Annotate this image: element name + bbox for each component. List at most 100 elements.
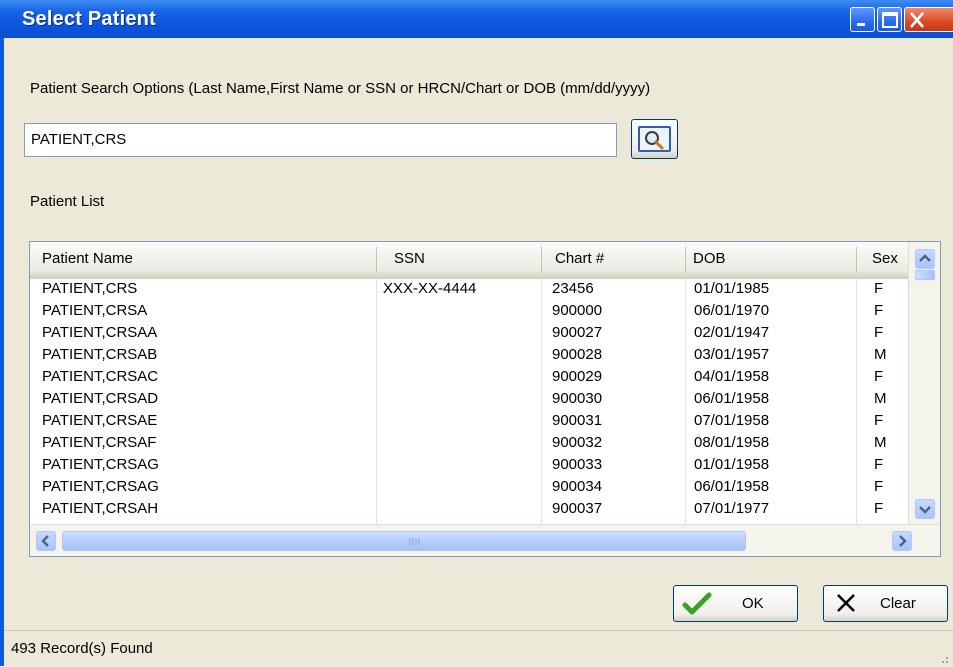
clear-button[interactable]: Clear [823,585,948,622]
scroll-left-button[interactable] [36,531,56,551]
cell-dob: 02/01/1947 [694,324,770,341]
table-row[interactable]: PATIENT,CRSAF 900032 08/01/1958 M [30,433,908,453]
record-count: 493 Record(s) Found [11,640,153,657]
cell-chart: 900034 [552,478,603,495]
select-patient-window: Select Patient Patient Search Options (L… [0,0,953,667]
scroll-up-button[interactable] [915,249,935,269]
cell-chart: 900030 [552,390,603,407]
cell-name: PATIENT,CRSAH [42,500,159,517]
resize-grip-icon[interactable] [937,652,949,664]
maximize-icon [882,12,898,28]
cell-sex: F [874,500,884,517]
cell-sex: M [874,434,887,451]
ok-button[interactable]: OK [673,585,798,622]
title-bar[interactable]: Select Patient [0,0,953,38]
cell-sex: F [874,324,884,341]
grip-icon [409,538,420,545]
cell-dob: 06/01/1970 [694,302,770,319]
table-row[interactable]: PATIENT,CRSAC 900029 04/01/1958 F [30,367,908,387]
cell-name: PATIENT,CRSAF [42,434,157,451]
cell-name: PATIENT,CRSAB [42,346,158,363]
cell-dob: 01/01/1985 [694,280,770,297]
scroll-right-button[interactable] [892,531,912,551]
list-header: Patient Name SSN Chart # DOB Sex [30,242,940,279]
vertical-scroll-thumb[interactable] [915,270,935,280]
checkmark-icon [682,592,712,615]
cell-dob: 08/01/1958 [694,434,770,451]
cell-name: PATIENT,CRS [42,280,138,297]
cell-name: PATIENT,CRSAD [42,390,159,407]
column-header-ssn[interactable]: SSN [394,250,425,267]
column-header-dob[interactable]: DOB [693,250,726,267]
cell-sex: M [874,346,887,363]
chevron-up-icon [919,254,931,262]
window-title: Select Patient [22,8,156,30]
close-button[interactable] [904,7,953,32]
cell-name: PATIENT,CRSA [42,302,148,319]
clear-button-label: Clear [880,595,916,612]
search-button[interactable] [631,119,678,159]
patient-search-input[interactable]: PATIENT,CRS [24,123,617,157]
chevron-right-icon [899,535,907,547]
status-bar: 493 Record(s) Found [4,630,953,667]
cell-chart: 900037 [552,500,603,517]
table-row[interactable]: PATIENT,CRSAH 900037 07/01/1977 F [30,499,908,519]
table-row[interactable]: PATIENT,CRSAD 900030 06/01/1958 M [30,389,908,409]
search-options-label: Patient Search Options (Last Name,First … [30,80,651,97]
table-row[interactable]: PATIENT,CRSAG 900034 06/01/1958 F [30,477,908,497]
cell-chart: 900032 [552,434,603,451]
cell-sex: F [874,368,884,385]
cell-chart: 900033 [552,456,603,473]
patient-list-label: Patient List [30,193,105,210]
cell-name: PATIENT,CRSAE [42,412,158,429]
cell-name: PATIENT,CRSAA [42,324,158,341]
magnifier-icon [645,131,664,150]
horizontal-scroll-thumb[interactable] [62,531,746,551]
column-header-chart[interactable]: Chart # [555,250,604,267]
cell-dob: 04/01/1958 [694,368,770,385]
cell-chart: 900031 [552,412,603,429]
list-rows: PATIENT,CRS XXX-XX-4444 23456 01/01/1985 F PA… [30,279,908,524]
chevron-left-icon [41,535,49,547]
cell-name: PATIENT,CRSAG [42,478,159,495]
table-row[interactable]: PATIENT,CRSAB 900028 03/01/1957 M [30,345,908,365]
x-icon [837,594,855,612]
close-icon [910,12,924,28]
cell-chart: 900029 [552,368,603,385]
cell-sex: F [874,280,884,297]
table-row[interactable]: PATIENT,CRS XXX-XX-4444 23456 01/01/1985 F [30,279,908,299]
column-header-sex[interactable]: Sex [872,250,908,267]
cell-chart: 900028 [552,346,603,363]
ok-button-label: OK [742,595,764,612]
minimize-button[interactable] [850,7,875,32]
table-row[interactable]: PATIENT,CRSA 900000 06/01/1970 F [30,301,908,321]
table-row[interactable]: PATIENT,CRSAA 900027 02/01/1947 F [30,323,908,343]
vertical-scrollbar[interactable] [908,242,940,524]
cell-sex: F [874,478,884,495]
cell-chart: 900027 [552,324,603,341]
table-row[interactable]: PATIENT,CRSAE 900031 07/01/1958 F [30,411,908,431]
cell-chart: 23456 [552,280,594,297]
horizontal-scrollbar[interactable] [30,524,940,556]
cell-dob: 07/01/1958 [694,412,770,429]
cell-name: PATIENT,CRSAC [42,368,159,385]
maximize-button[interactable] [877,7,902,32]
cell-sex: F [874,412,884,429]
cell-dob: 07/01/1977 [694,500,770,517]
column-header-patient-name[interactable]: Patient Name [42,250,133,267]
cell-sex: F [874,456,884,473]
cell-ssn: XXX-XX-4444 [383,280,477,297]
cell-sex: F [874,302,884,319]
chevron-down-icon [919,506,931,514]
cell-dob: 06/01/1958 [694,478,770,495]
scroll-down-button[interactable] [915,499,935,519]
minimize-icon [857,23,865,26]
patient-list[interactable]: Patient Name SSN Chart # DOB Sex PATIENT… [29,241,941,557]
cell-dob: 03/01/1957 [694,346,770,363]
cell-sex: M [874,390,887,407]
cell-chart: 900000 [552,302,603,319]
cell-dob: 01/01/1958 [694,456,770,473]
cell-name: PATIENT,CRSAG [42,456,159,473]
cell-dob: 06/01/1958 [694,390,770,407]
table-row[interactable]: PATIENT,CRSAG 900033 01/01/1958 F [30,455,908,475]
